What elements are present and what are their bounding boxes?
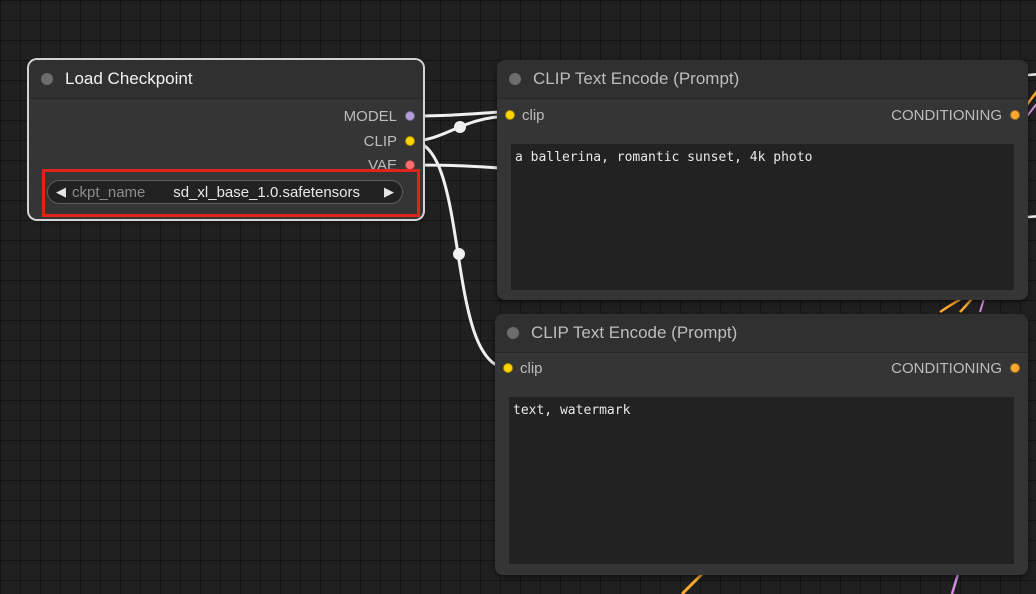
node-title: CLIP Text Encode (Prompt) xyxy=(531,323,738,342)
node-title-bar[interactable]: CLIP Text Encode (Prompt) xyxy=(497,60,1028,99)
output-slot-clip[interactable] xyxy=(405,136,415,146)
output-label-model: MODEL xyxy=(343,108,397,125)
output-slot-conditioning[interactable] xyxy=(1010,110,1020,120)
node-title: Load Checkpoint xyxy=(65,69,193,88)
output-label-conditioning: CONDITIONING xyxy=(891,360,1002,377)
node-title-bar[interactable]: Load Checkpoint xyxy=(29,60,423,99)
output-slot-conditioning[interactable] xyxy=(1010,363,1020,373)
prompt-text-input[interactable]: a ballerina, romantic sunset, 4k photo xyxy=(511,144,1014,290)
offscreen-link xyxy=(680,572,704,594)
output-label-clip: CLIP xyxy=(363,133,397,150)
output-slot-model[interactable] xyxy=(405,111,415,121)
clip-text-encode-positive-node[interactable]: CLIP Text Encode (Prompt) clip CONDITION… xyxy=(497,60,1028,300)
highlight-box xyxy=(42,169,420,217)
input-label-clip: clip xyxy=(520,360,543,377)
input-slot-clip[interactable] xyxy=(505,110,515,120)
reroute-dot[interactable] xyxy=(454,121,466,133)
collapse-dot-icon[interactable] xyxy=(507,327,519,339)
offscreen-link xyxy=(950,573,960,594)
collapse-dot-icon[interactable] xyxy=(41,73,53,85)
clip-text-encode-negative-node[interactable]: CLIP Text Encode (Prompt) clip CONDITION… xyxy=(495,314,1028,575)
node-title: CLIP Text Encode (Prompt) xyxy=(533,69,740,88)
input-slot-clip[interactable] xyxy=(503,363,513,373)
prompt-text-input[interactable]: text, watermark xyxy=(509,397,1014,564)
model-link xyxy=(410,110,501,118)
input-label-clip: clip xyxy=(522,107,545,124)
node-title-bar[interactable]: CLIP Text Encode (Prompt) xyxy=(495,314,1028,353)
offscreen-link xyxy=(1027,73,1036,77)
output-label-conditioning: CONDITIONING xyxy=(891,107,1002,124)
collapse-dot-icon[interactable] xyxy=(509,73,521,85)
reroute-dot[interactable] xyxy=(453,248,465,260)
offscreen-link xyxy=(1027,215,1036,219)
vae-link xyxy=(410,163,501,170)
